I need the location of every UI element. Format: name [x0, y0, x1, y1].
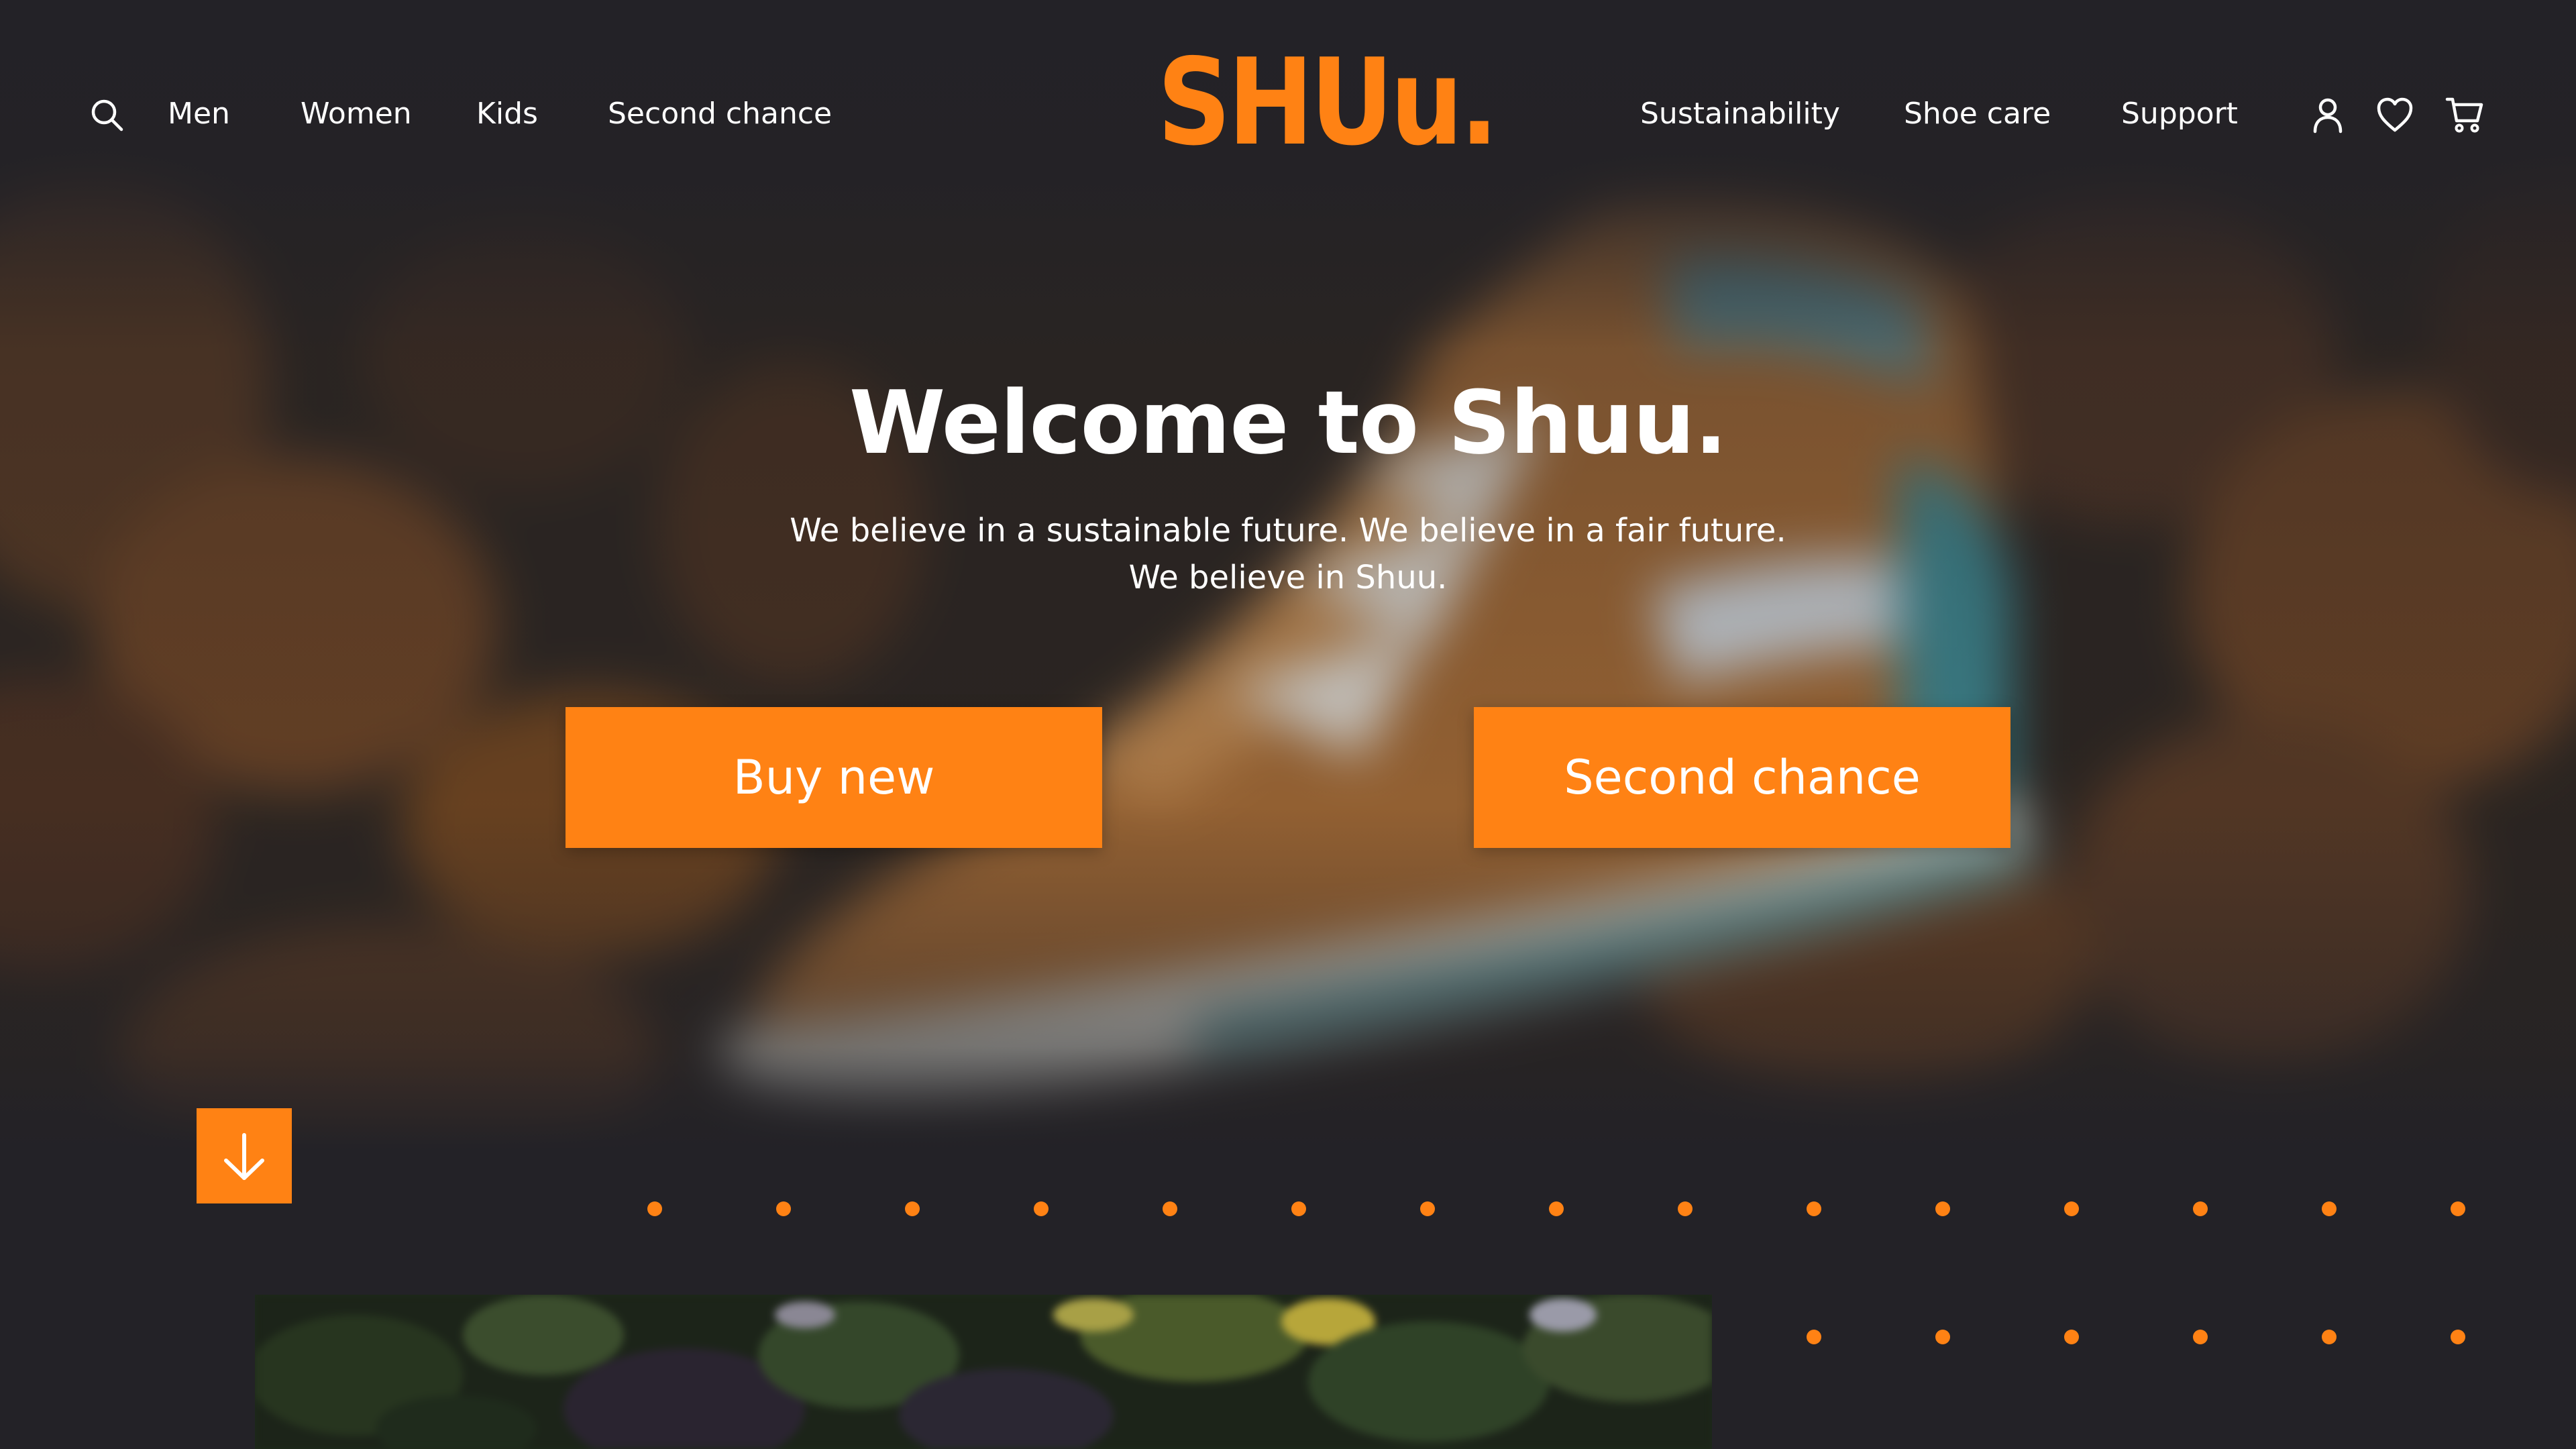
cart-icon[interactable] — [2445, 95, 2484, 134]
decorative-dot — [1807, 1330, 1821, 1344]
decorative-dot — [1935, 1330, 1950, 1344]
decorative-dot — [647, 1201, 662, 1216]
shuu-homepage: Men Women Kids Second chance SHUu. Susta… — [0, 0, 2576, 1449]
decorative-dot — [1034, 1201, 1049, 1216]
user-icon[interactable] — [2308, 95, 2347, 134]
nav-item-second-chance[interactable]: Second chance — [608, 94, 832, 134]
plants-photo — [255, 1295, 1712, 1449]
decorative-dot — [2322, 1330, 2337, 1344]
nav-item-men[interactable]: Men — [168, 94, 230, 134]
decorative-dot — [1549, 1201, 1564, 1216]
hero-title: Welcome to Shuu. — [849, 372, 1727, 474]
plants-photo-graphic — [255, 1295, 1712, 1449]
decorative-dot — [2064, 1330, 2079, 1344]
search-icon[interactable] — [87, 95, 126, 134]
top-navigation: Men Women Kids Second chance SHUu. Susta… — [0, 0, 2576, 228]
nav-item-shoe-care[interactable]: Shoe care — [1904, 94, 2051, 134]
hero-subtitle: We believe in a sustainable future. We b… — [0, 507, 2576, 601]
decorative-dot — [1807, 1201, 1821, 1216]
decorative-dot — [776, 1201, 791, 1216]
decorative-dot — [1291, 1201, 1306, 1216]
shuu-logo[interactable]: SHUu. — [1157, 39, 1499, 166]
decorative-dot — [2451, 1201, 2465, 1216]
decorative-dot — [905, 1201, 920, 1216]
decorative-dot — [2064, 1201, 2079, 1216]
nav-item-sustainability[interactable]: Sustainability — [1640, 94, 1840, 134]
decorative-dot — [1420, 1201, 1435, 1216]
buy-new-button[interactable]: Buy new — [566, 707, 1102, 848]
second-chance-button[interactable]: Second chance — [1474, 707, 2010, 848]
decorative-dot — [1163, 1201, 1177, 1216]
decorative-dot — [1678, 1201, 1693, 1216]
scroll-down-button[interactable] — [197, 1108, 292, 1203]
nav-item-women[interactable]: Women — [301, 94, 412, 134]
heart-icon[interactable] — [2375, 95, 2414, 134]
hero-subtitle-line-2: We believe in Shuu. — [1128, 559, 1448, 596]
nav-item-support[interactable]: Support — [2121, 94, 2238, 134]
decorative-dot — [2193, 1330, 2208, 1344]
arrow-down-icon — [224, 1133, 264, 1180]
decorative-dot — [2451, 1330, 2465, 1344]
decorative-dot — [2193, 1201, 2208, 1216]
nav-item-kids[interactable]: Kids — [476, 94, 538, 134]
decorative-dot — [1935, 1201, 1950, 1216]
decorative-dot — [2322, 1201, 2337, 1216]
hero-subtitle-line-1: We believe in a sustainable future. We b… — [790, 512, 1786, 549]
